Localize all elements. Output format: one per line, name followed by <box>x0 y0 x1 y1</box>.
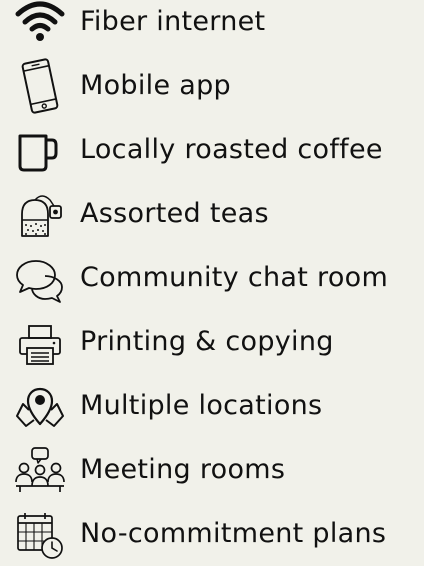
amenity-item-community-chat-room: Community chat room <box>0 246 424 310</box>
amenity-label: Meeting rooms <box>80 454 286 485</box>
amenity-label: Community chat room <box>80 262 389 293</box>
meeting-people-icon <box>12 442 68 498</box>
coffee-mug-icon <box>12 122 68 178</box>
amenity-item-multiple-locations: Multiple locations <box>0 374 424 438</box>
amenity-label: Printing & copying <box>80 326 334 357</box>
amenity-item-fiber-internet: Fiber internet <box>0 0 424 54</box>
amenity-item-printing-copying: Printing & copying <box>0 310 424 374</box>
amenity-label: Locally roasted coffee <box>80 134 383 165</box>
calendar-clock-icon <box>12 506 68 562</box>
amenity-label: Mobile app <box>80 70 231 101</box>
amenity-item-no-commitment-plans: No-commitment plans <box>0 502 424 566</box>
wifi-icon <box>12 0 68 50</box>
amenity-label: No-commitment plans <box>80 518 387 549</box>
amenity-item-meeting-rooms: Meeting rooms <box>0 438 424 502</box>
mobile-phone-icon <box>12 58 68 114</box>
amenity-label: Assorted teas <box>80 198 269 229</box>
chat-bubbles-icon <box>12 250 68 306</box>
amenity-label: Multiple locations <box>80 390 323 421</box>
tea-bag-icon <box>12 186 68 242</box>
printer-icon <box>12 314 68 370</box>
location-pin-icon <box>12 378 68 434</box>
amenities-list: Fiber internet Mobile app Locally roaste… <box>0 0 424 559</box>
amenity-label: Fiber internet <box>80 6 266 37</box>
amenity-item-mobile-app: Mobile app <box>0 54 424 118</box>
amenity-item-locally-roasted-coffee: Locally roasted coffee <box>0 118 424 182</box>
amenity-item-assorted-teas: Assorted teas <box>0 182 424 246</box>
